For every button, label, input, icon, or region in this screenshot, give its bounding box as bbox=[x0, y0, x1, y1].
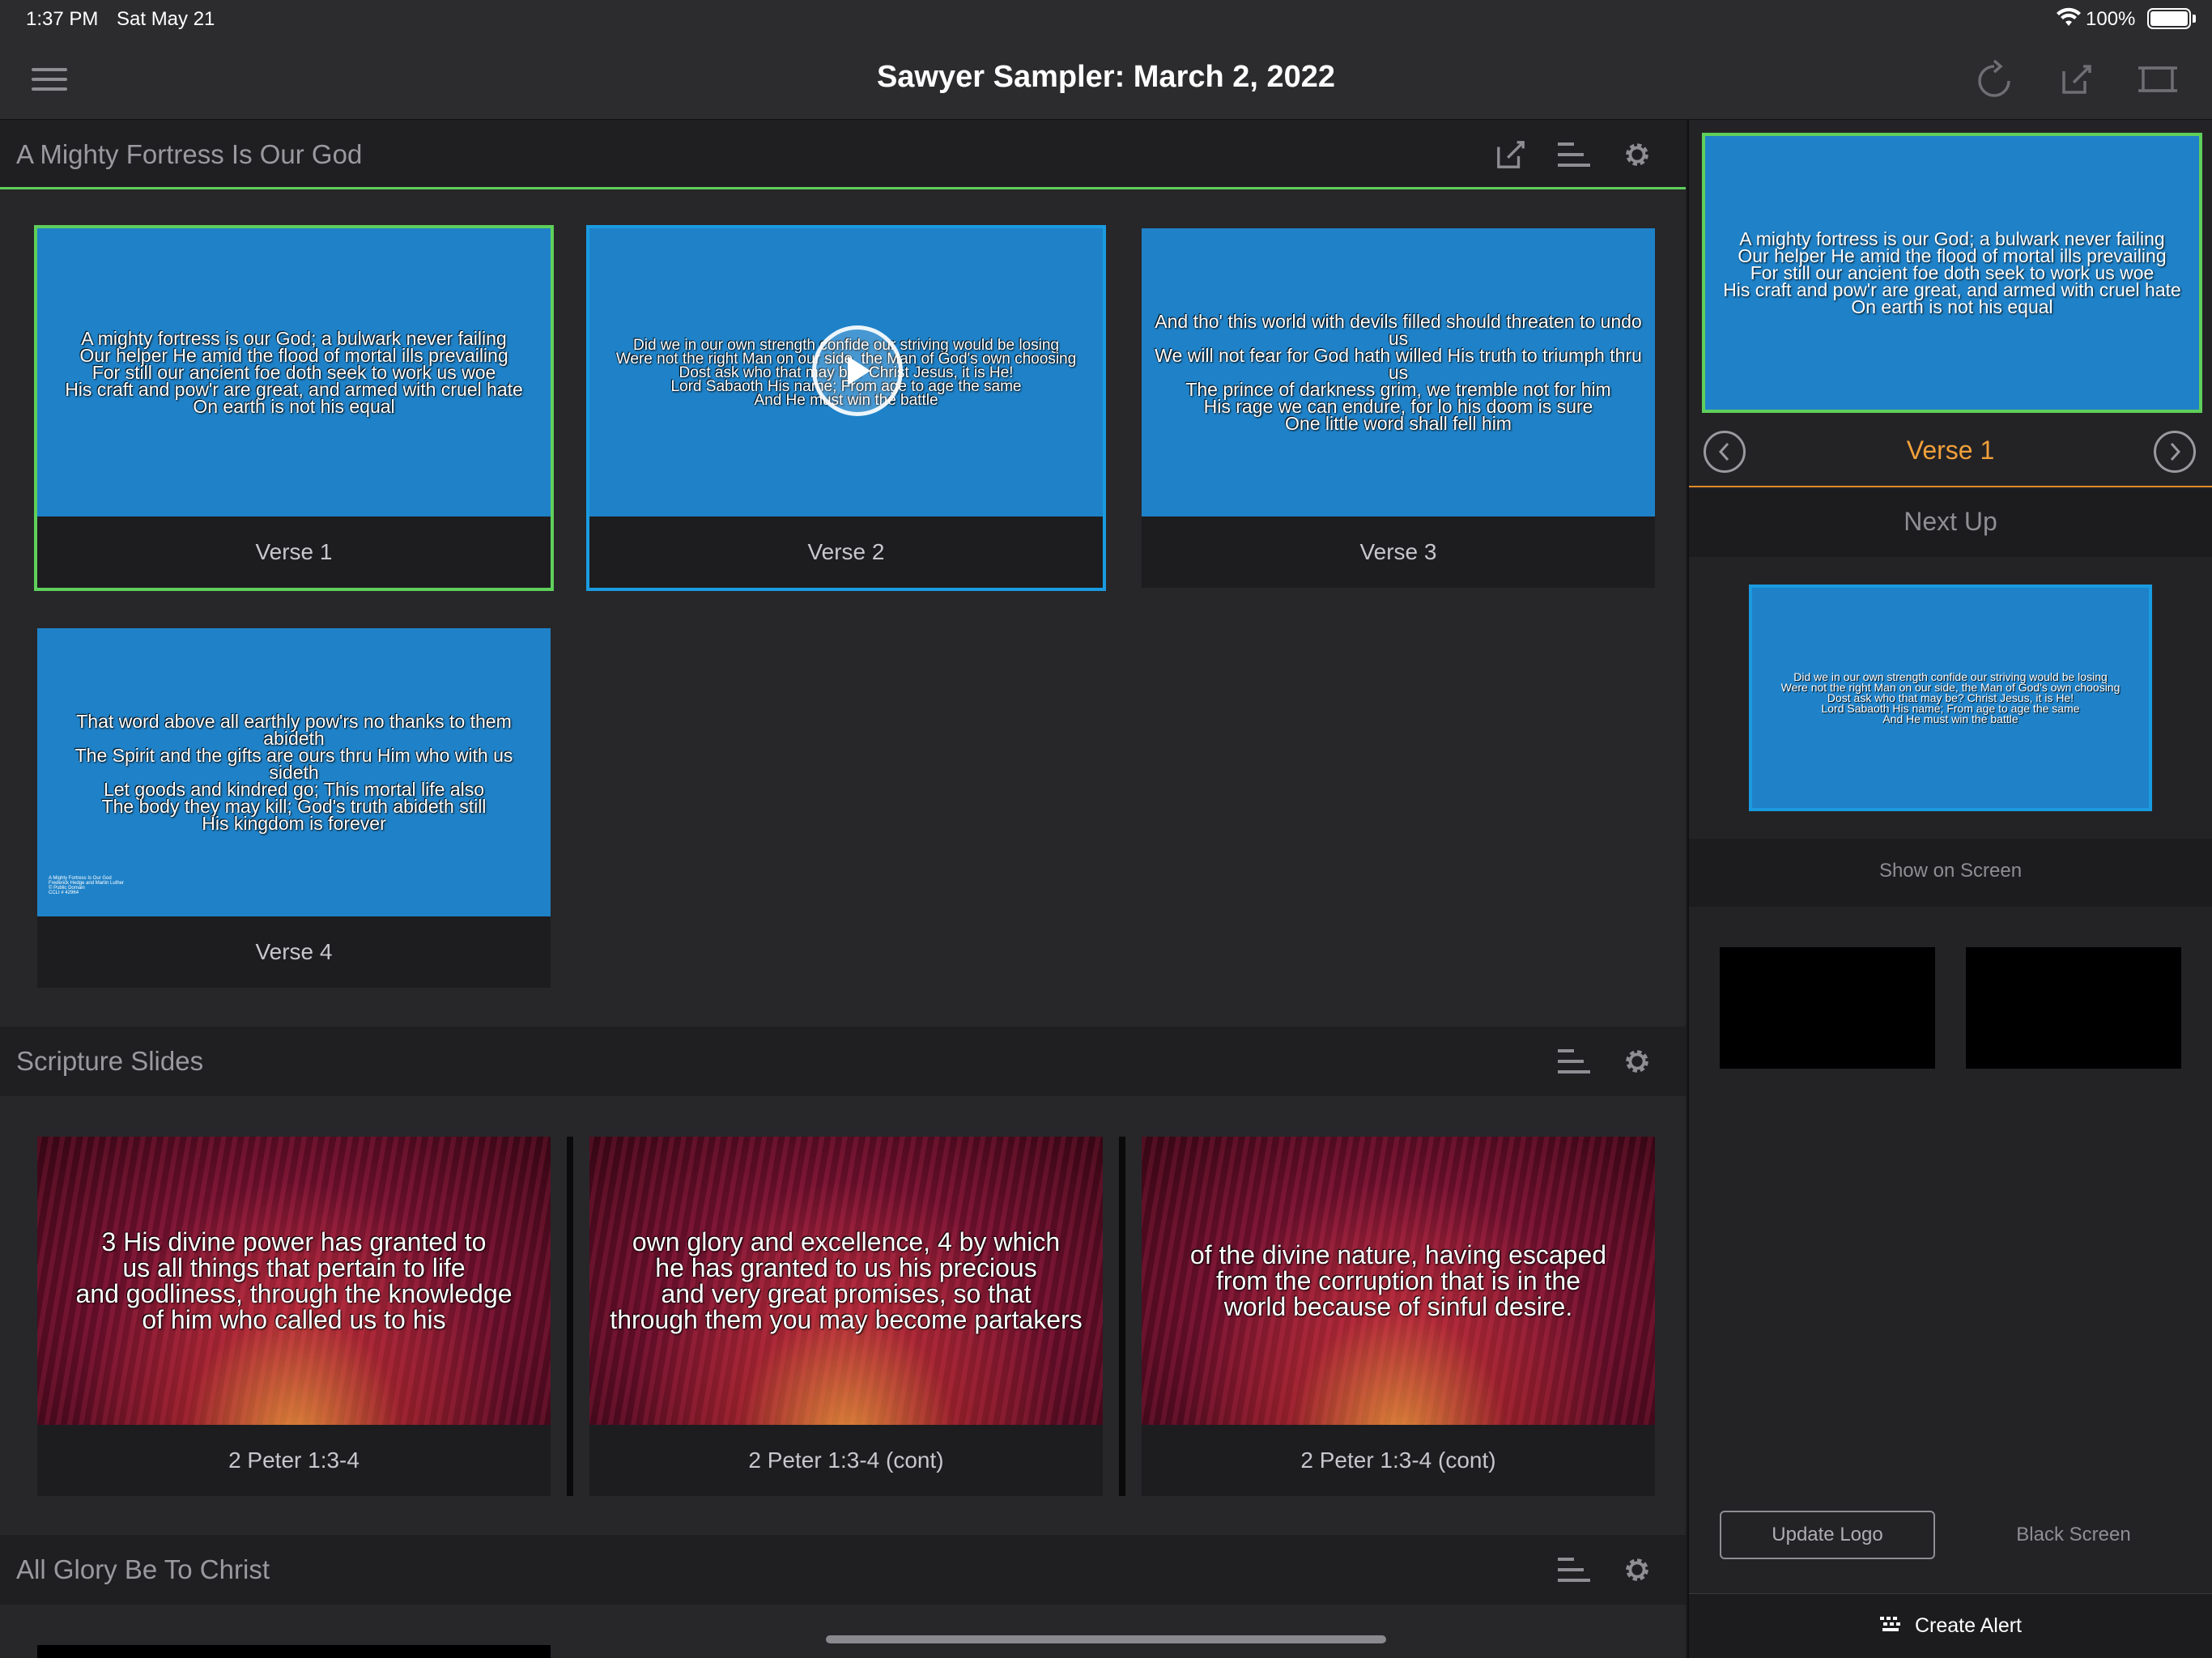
slide-2-peter-3[interactable]: of the divine nature, having escaped fro… bbox=[1142, 1137, 1655, 1496]
slide-thumbnail: And tho' this world with devils filled s… bbox=[1142, 228, 1655, 517]
slide-caption: 2 Peter 1:3-4 (cont) bbox=[748, 1448, 944, 1473]
next-slide-button[interactable] bbox=[2154, 431, 2196, 473]
gear-icon[interactable] bbox=[1619, 1553, 1655, 1587]
logo-screen-preview[interactable] bbox=[1720, 947, 1935, 1069]
section-title: All Glory Be To Christ bbox=[16, 1554, 270, 1584]
refresh-icon[interactable] bbox=[1974, 58, 2014, 100]
section-header-scripture-slides[interactable]: Scripture Slides bbox=[0, 1027, 1686, 1096]
battery-tip bbox=[2193, 15, 2196, 23]
section-title: A Mighty Fortress Is Our God bbox=[16, 139, 363, 169]
slide-2-peter-2[interactable]: own glory and excellence, 4 by which he … bbox=[589, 1137, 1103, 1496]
section-title: Scripture Slides bbox=[16, 1046, 204, 1076]
slide-thumbnail: A mighty fortress is our God; a bulwark … bbox=[37, 228, 551, 517]
slide-lyrics: 3 His divine power has granted to us all… bbox=[75, 1227, 513, 1334]
live-preview: A mighty fortress is our God; a bulwark … bbox=[1702, 133, 2202, 413]
slide-group-connector bbox=[1119, 1137, 1125, 1496]
gear-icon[interactable] bbox=[1619, 1044, 1655, 1078]
slide-lyrics: A mighty fortress is our God; a bulwark … bbox=[65, 327, 523, 417]
slide-caption: Verse 4 bbox=[255, 939, 333, 964]
slide-verse-1[interactable]: A mighty fortress is our God; a bulwark … bbox=[34, 225, 554, 591]
slide-verse-3[interactable]: And tho' this world with devils filled s… bbox=[1142, 228, 1655, 588]
slide-lyrics: And tho' this world with devils filled s… bbox=[1155, 310, 1642, 434]
current-slide-label: Verse 1 bbox=[1906, 436, 1995, 465]
next-up-header: Next Up bbox=[1689, 489, 2212, 557]
slide-thumbnail: That word above all earthly pow'rs no th… bbox=[37, 628, 551, 916]
section-header-all-glory[interactable]: All Glory Be To Christ bbox=[0, 1535, 1686, 1605]
slide-group-connector bbox=[567, 1137, 573, 1496]
create-alert-button[interactable]: Create Alert bbox=[1689, 1593, 2212, 1658]
section-header-a-mighty-fortress[interactable]: A Mighty Fortress Is Our God bbox=[0, 120, 1686, 189]
gear-icon[interactable] bbox=[1619, 138, 1655, 172]
slide-thumbnail: of the divine nature, having escaped fro… bbox=[1142, 1137, 1655, 1425]
create-alert-label: Create Alert bbox=[1914, 1614, 2022, 1637]
copyright-credit: A Mighty Fortress Is Our God Frederick H… bbox=[49, 876, 125, 895]
keyboard-icon bbox=[1879, 1614, 1902, 1638]
page-title: Sawyer Sampler: March 2, 2022 bbox=[876, 60, 1336, 94]
screen-icon[interactable] bbox=[2136, 60, 2180, 99]
slide-caption: Verse 3 bbox=[1359, 539, 1437, 564]
slide-lyrics: own glory and excellence, 4 by which he … bbox=[610, 1227, 1083, 1334]
slide-caption: 2 Peter 1:3-4 (cont) bbox=[1300, 1448, 1496, 1473]
show-on-screen-bar[interactable]: Show on Screen bbox=[1689, 839, 2212, 907]
slide-verse-4[interactable]: That word above all earthly pow'rs no th… bbox=[37, 628, 551, 988]
slide-caption: Verse 1 bbox=[255, 539, 333, 564]
show-on-screen-label: Show on Screen bbox=[1878, 860, 2023, 882]
slide-lyrics: That word above all earthly pow'rs no th… bbox=[74, 710, 513, 834]
slide-lyrics: of the divine nature, having escaped fro… bbox=[1189, 1240, 1607, 1321]
slide-thumbnail: 3 His divine power has granted to us all… bbox=[37, 1137, 551, 1425]
title-bar: Sawyer Sampler: March 2, 2022 bbox=[0, 39, 2212, 120]
preview-lyrics: A mighty fortress is our God; a bulwark … bbox=[1723, 227, 2181, 317]
play-icon[interactable] bbox=[812, 325, 903, 416]
arrange-icon[interactable] bbox=[1556, 1044, 1592, 1078]
status-time: 1:37 PM bbox=[26, 8, 99, 30]
next-up-preview[interactable]: Did we in our own strength confide our s… bbox=[1749, 585, 2152, 811]
slide-navigator: Verse 1 bbox=[1689, 413, 2212, 487]
edit-icon[interactable] bbox=[2057, 60, 2097, 99]
slide-caption: 2 Peter 1:3-4 bbox=[228, 1448, 359, 1473]
slide-thumbnail-partial[interactable] bbox=[37, 1645, 551, 1658]
status-date: Sat May 21 bbox=[117, 8, 215, 30]
arrange-icon[interactable] bbox=[1556, 138, 1592, 172]
status-bar: 1:37 PM Sat May 21 100% bbox=[0, 0, 2212, 39]
black-screen-preview[interactable] bbox=[1966, 947, 2181, 1069]
slide-thumbnail: own glory and excellence, 4 by which he … bbox=[589, 1137, 1103, 1425]
slide-2-peter-1[interactable]: 3 His divine power has granted to us all… bbox=[37, 1137, 551, 1496]
black-screen-button[interactable]: Black Screen bbox=[1966, 1511, 2181, 1559]
home-indicator[interactable] bbox=[826, 1635, 1386, 1643]
slide-caption: Verse 2 bbox=[807, 539, 885, 564]
update-logo-button[interactable]: Update Logo bbox=[1720, 1511, 1935, 1559]
slide-verse-2[interactable]: Did we in our own strength confide our s… bbox=[586, 225, 1106, 591]
next-up-label: Next Up bbox=[1904, 507, 1997, 536]
battery-icon bbox=[2147, 8, 2191, 29]
service-item-list[interactable]: A Mighty Fortress Is Our God A mighty fo… bbox=[0, 120, 1686, 1658]
edit-icon[interactable] bbox=[1493, 138, 1529, 172]
battery-percent: 100% bbox=[2086, 8, 2136, 30]
next-preview-lyrics: Did we in our own strength confide our s… bbox=[1780, 670, 2121, 725]
arrange-icon[interactable] bbox=[1556, 1553, 1592, 1587]
wifi-icon bbox=[2057, 6, 2081, 29]
live-sidebar: A mighty fortress is our God; a bulwark … bbox=[1687, 120, 2212, 1658]
